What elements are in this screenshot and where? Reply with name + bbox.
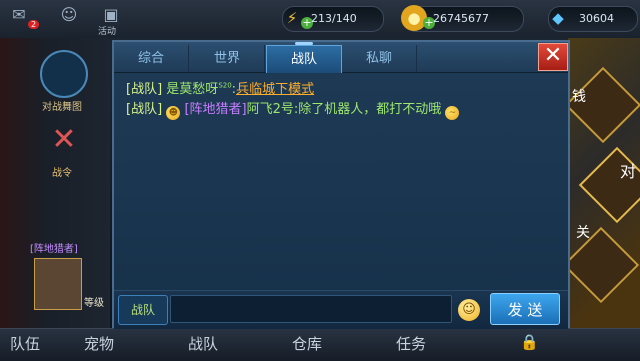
- chat-window: 综合 世界 战队 私聊 ✕ [战队] 是莫愁呀S20:兵临城下模式 [战队] ☻…: [112, 40, 570, 329]
- chat-input-bar: 战队 ☺ 发 送: [114, 290, 568, 329]
- chat-message: [战队] 是莫愁呀S20:兵临城下模式: [126, 81, 315, 97]
- friends-icon[interactable]: ☺: [56, 4, 82, 26]
- send-button[interactable]: 发 送: [490, 293, 560, 325]
- side-label-3: 关: [576, 225, 590, 241]
- mail-badge: 2: [28, 20, 40, 29]
- rank-label: 战令: [52, 168, 72, 179]
- gold-counter: ● + 26745677: [401, 5, 524, 32]
- nav-team[interactable]: 队伍: [10, 333, 40, 354]
- chat-message: [战队] ☻ [阵地猎者]阿飞2号:除了机器人，都打不动哦 ~: [126, 98, 556, 120]
- tab-squad[interactable]: 战队: [266, 42, 342, 73]
- tab-private[interactable]: 私聊: [342, 45, 417, 72]
- nav-tasks[interactable]: 任务: [396, 333, 426, 354]
- message-sender[interactable]: 是莫愁呀: [166, 82, 218, 97]
- lightning-icon: ⚡: [286, 9, 298, 27]
- top-bar: ✉ 2 ☺ ▣ 活动 ⚡ + 213/140 ● + 26745677 ◆ 30…: [0, 0, 640, 38]
- emoji-icon: ~: [445, 106, 460, 120]
- lock-icon[interactable]: 🔒: [520, 333, 539, 351]
- message-text: 除了机器人，都打不动哦: [298, 102, 442, 117]
- nav-squad[interactable]: 战队: [188, 333, 218, 354]
- message-link[interactable]: 兵临城下模式: [236, 82, 314, 97]
- nav-pets[interactable]: 宠物: [84, 333, 114, 354]
- message-channel: [战队]: [126, 102, 163, 117]
- message-channel: [战队]: [126, 82, 163, 97]
- side-label-2: 对: [620, 162, 637, 181]
- server-tag: S20: [218, 81, 232, 90]
- chat-tabs: 综合 世界 战队 私聊 ✕: [114, 42, 568, 73]
- tab-world[interactable]: 世界: [190, 45, 265, 72]
- avatar-badge-icon: ☻: [166, 106, 181, 120]
- close-icon: ✕: [543, 43, 563, 68]
- energy-counter: ⚡ + 213/140: [282, 6, 384, 32]
- activity-label: 活动: [98, 27, 117, 37]
- smiley-icon[interactable]: ☺: [458, 299, 480, 321]
- bottom-nav: 队伍 宠物 战队 仓库 任务 🔒: [0, 328, 640, 361]
- level-label: 等级: [84, 298, 104, 309]
- nav-warehouse[interactable]: 仓库: [292, 333, 322, 354]
- chat-input[interactable]: [170, 295, 452, 323]
- player-guild-label: [阵地猎者]: [30, 244, 78, 255]
- channel-selector[interactable]: 战队: [118, 295, 168, 325]
- message-sender[interactable]: 阿飞2号: [247, 102, 294, 117]
- event-tile-3[interactable]: [562, 226, 640, 304]
- close-button[interactable]: ✕: [538, 43, 568, 71]
- gift-icon[interactable]: ▣: [98, 4, 124, 26]
- left-side-panel: 对战舞图 ✕ 战令 [阵地猎者] 等级: [0, 38, 110, 338]
- diamond-counter: ◆ 30604: [548, 6, 638, 32]
- diamond-icon: ◆: [552, 9, 564, 27]
- right-side-panel: 钱 对 关: [562, 38, 640, 338]
- message-list: [战队] 是莫愁呀S20:兵临城下模式 [战队] ☻ [阵地猎者]阿飞2号:除了…: [126, 78, 556, 308]
- crossed-swords-icon[interactable]: ✕: [44, 122, 84, 162]
- coin-icon: ●: [401, 5, 427, 31]
- side-label-1: 钱: [572, 89, 586, 105]
- map-label: 对战舞图: [42, 102, 82, 113]
- message-guild: [阵地猎者]: [184, 102, 247, 117]
- player-avatar[interactable]: [34, 258, 82, 310]
- tab-general[interactable]: 综合: [114, 45, 189, 72]
- globe-icon[interactable]: [40, 50, 88, 98]
